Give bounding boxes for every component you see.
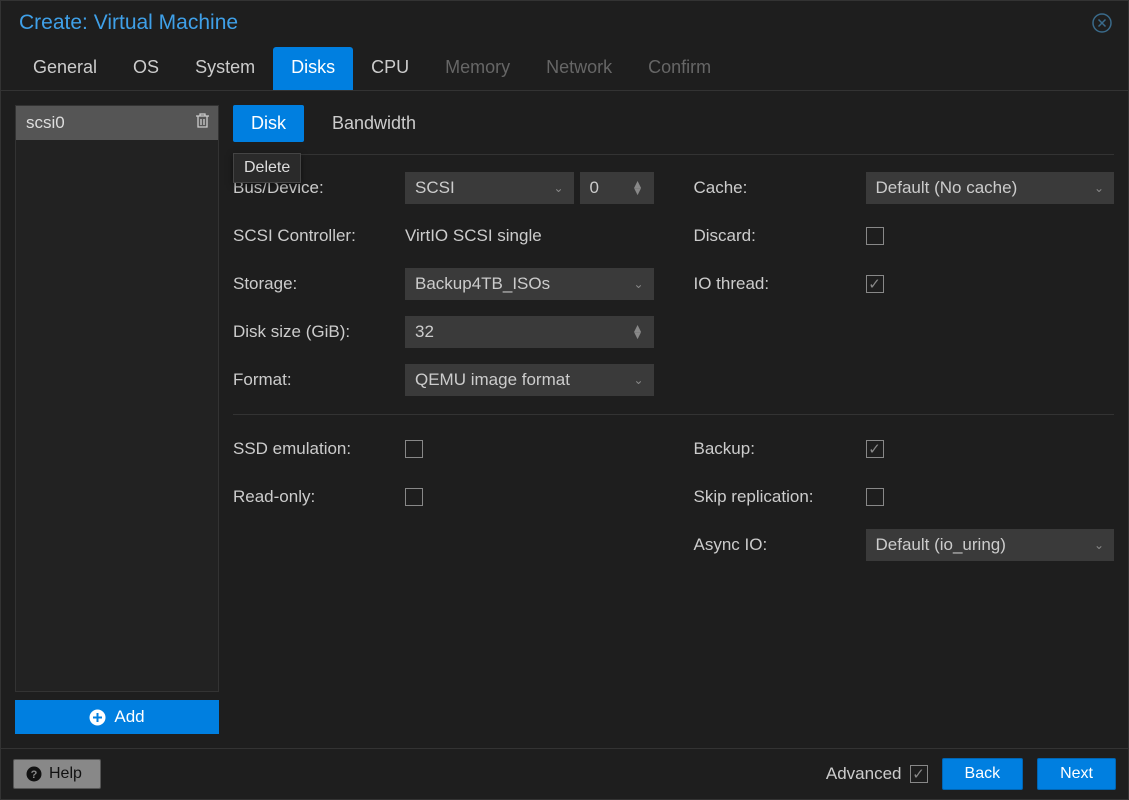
- close-button[interactable]: [1092, 13, 1112, 33]
- subtab-disk[interactable]: Disk: [233, 105, 304, 142]
- window-title: Create: Virtual Machine: [19, 11, 238, 35]
- label-storage: Storage:: [233, 274, 405, 294]
- chevron-down-icon: ⌄: [633, 277, 643, 291]
- subtab-bandwidth[interactable]: Bandwidth: [314, 105, 434, 142]
- tab-os[interactable]: OS: [115, 47, 177, 90]
- advanced-checkbox[interactable]: [910, 765, 928, 783]
- row-discard: Discard:: [694, 220, 1115, 252]
- backup-checkbox[interactable]: [866, 440, 884, 458]
- label-disk-size: Disk size (GiB):: [233, 322, 405, 342]
- cache-select[interactable]: Default (No cache) ⌄: [866, 172, 1115, 204]
- chevron-down-icon: ⌄: [1094, 538, 1104, 552]
- row-readonly: Read-only:: [233, 481, 654, 513]
- label-discard: Discard:: [694, 226, 866, 246]
- disk-sidebar: scsi0 Add: [15, 105, 219, 734]
- disk-size-spinner[interactable]: 32 ▲▼: [405, 316, 654, 348]
- dialog-body: scsi0 Add Disk Bandwidth Delete: [1, 91, 1128, 748]
- chevron-down-icon: ⌄: [633, 373, 643, 387]
- footer-right: Advanced Back Next: [826, 758, 1116, 790]
- disk-item-label: scsi0: [26, 113, 65, 133]
- delete-disk-button[interactable]: [195, 112, 210, 134]
- row-disk-size: Disk size (GiB): 32 ▲▼: [233, 316, 654, 348]
- row-ssd: SSD emulation:: [233, 433, 654, 465]
- title-bar: Create: Virtual Machine: [1, 1, 1128, 41]
- row-skip-replication: Skip replication:: [694, 481, 1115, 513]
- row-storage: Storage: Backup4TB_ISOs ⌄: [233, 268, 654, 300]
- advanced-toggle[interactable]: Advanced: [826, 764, 928, 784]
- format-select[interactable]: QEMU image format ⌄: [405, 364, 654, 396]
- bus-select[interactable]: SCSI ⌄: [405, 172, 574, 204]
- row-format: Format: QEMU image format ⌄: [233, 364, 654, 396]
- svg-text:?: ?: [31, 769, 38, 781]
- delete-tooltip: Delete: [233, 153, 301, 183]
- spinner-arrows-icon: ▲▼: [632, 181, 644, 195]
- next-button[interactable]: Next: [1037, 758, 1116, 790]
- label-backup: Backup:: [694, 439, 866, 459]
- row-scsi-controller: SCSI Controller: VirtIO SCSI single: [233, 220, 654, 252]
- disk-config-panel: Disk Bandwidth Delete Bus/Device: SCSI ⌄: [233, 105, 1114, 734]
- discard-checkbox[interactable]: [866, 227, 884, 245]
- right-column: Cache: Default (No cache) ⌄ Discard: IO …: [694, 172, 1115, 396]
- label-scsi-controller: SCSI Controller:: [233, 226, 405, 246]
- dialog-footer: ? Help Advanced Back Next: [1, 748, 1128, 799]
- help-icon: ?: [26, 766, 42, 782]
- plus-circle-icon: [89, 709, 106, 726]
- divider: [233, 414, 1114, 415]
- row-backup: Backup:: [694, 433, 1115, 465]
- tab-cpu[interactable]: CPU: [353, 47, 427, 90]
- device-number-spinner[interactable]: 0 ▲▼: [580, 172, 654, 204]
- tab-disks[interactable]: Disks: [273, 47, 353, 90]
- chevron-down-icon: ⌄: [1094, 181, 1104, 195]
- add-disk-button[interactable]: Add: [15, 700, 219, 734]
- add-button-label: Add: [114, 707, 144, 727]
- disk-list: scsi0: [15, 105, 219, 692]
- disk-list-item[interactable]: scsi0: [16, 106, 218, 140]
- value-scsi-controller: VirtIO SCSI single: [405, 226, 542, 246]
- label-format: Format:: [233, 370, 405, 390]
- left-column-2: SSD emulation: Read-only:: [233, 433, 654, 561]
- tab-system[interactable]: System: [177, 47, 273, 90]
- trash-icon: [195, 112, 210, 129]
- left-column: Bus/Device: SCSI ⌄ 0 ▲▼: [233, 172, 654, 396]
- vm-create-dialog: Create: Virtual Machine General OS Syste…: [0, 0, 1129, 800]
- wizard-tabs: General OS System Disks CPU Memory Netwo…: [1, 41, 1128, 91]
- help-button[interactable]: ? Help: [13, 759, 101, 789]
- io-thread-checkbox[interactable]: [866, 275, 884, 293]
- label-async-io: Async IO:: [694, 535, 866, 555]
- row-io-thread: IO thread:: [694, 268, 1115, 300]
- label-readonly: Read-only:: [233, 487, 405, 507]
- tab-confirm: Confirm: [630, 47, 729, 90]
- tab-network: Network: [528, 47, 630, 90]
- right-column-2: Backup: Skip replication: Async IO: Defa…: [694, 433, 1115, 561]
- chevron-down-icon: ⌄: [553, 181, 563, 195]
- disk-subtabs: Disk Bandwidth: [233, 105, 1114, 154]
- spinner-arrows-icon: ▲▼: [632, 325, 644, 339]
- disk-form: Bus/Device: SCSI ⌄ 0 ▲▼: [233, 154, 1114, 561]
- readonly-checkbox[interactable]: [405, 488, 423, 506]
- async-io-select[interactable]: Default (io_uring) ⌄: [866, 529, 1115, 561]
- label-skip-replication: Skip replication:: [694, 487, 866, 507]
- tab-memory: Memory: [427, 47, 528, 90]
- storage-select[interactable]: Backup4TB_ISOs ⌄: [405, 268, 654, 300]
- label-cache: Cache:: [694, 178, 866, 198]
- close-icon: [1092, 13, 1112, 33]
- tab-general[interactable]: General: [15, 47, 115, 90]
- back-button[interactable]: Back: [942, 758, 1024, 790]
- skip-replication-checkbox[interactable]: [866, 488, 884, 506]
- ssd-checkbox[interactable]: [405, 440, 423, 458]
- row-async-io: Async IO: Default (io_uring) ⌄: [694, 529, 1115, 561]
- row-cache: Cache: Default (No cache) ⌄: [694, 172, 1115, 204]
- label-ssd: SSD emulation:: [233, 439, 405, 459]
- label-io-thread: IO thread:: [694, 274, 866, 294]
